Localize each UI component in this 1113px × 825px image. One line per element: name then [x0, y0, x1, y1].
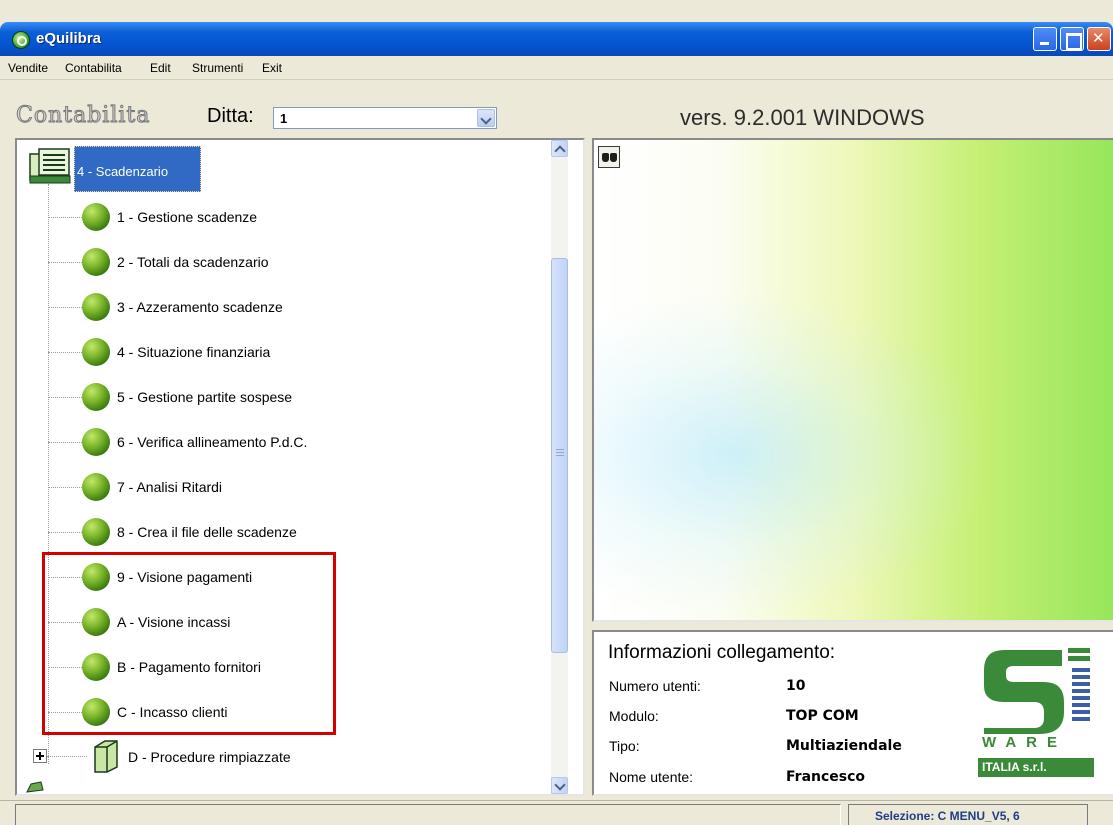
info-value: 10	[786, 678, 806, 694]
tree-item-folder[interactable]: D - Procedure rimpiazzate	[25, 739, 525, 775]
menu-edit[interactable]: Edit	[150, 61, 171, 75]
tree-item[interactable]: 5 - Gestione partite sospese	[48, 382, 528, 412]
tree-item[interactable]: 8 - Crea il file delle scadenze	[48, 517, 528, 547]
menu-folder-icon	[29, 148, 71, 184]
tree-connector	[48, 262, 82, 263]
info-title: Informazioni collegamento:	[608, 642, 836, 663]
chevron-down-icon[interactable]	[477, 109, 495, 127]
logo-subtitle: ITALIA s.r.l.	[978, 758, 1094, 777]
tree-connector	[48, 442, 82, 443]
green-ball-icon	[82, 248, 110, 276]
splash-background	[594, 290, 994, 620]
menu-exit[interactable]: Exit	[262, 61, 282, 75]
status-message-area	[15, 804, 841, 825]
tree-item[interactable]: 7 - Analisi Ritardi	[48, 472, 528, 502]
info-value: Multiaziendale	[786, 738, 902, 754]
tree-connector	[48, 397, 82, 398]
green-ball-icon	[82, 518, 110, 546]
menu-tree-panel: 4 - Scadenzario 1 - Gestione scadenze 2 …	[15, 138, 585, 796]
tree-item[interactable]: 4 - Situazione finanziaria	[48, 337, 528, 367]
window-title: eQuilibra	[36, 30, 102, 47]
info-label: Tipo:	[609, 738, 640, 754]
book-folder-icon	[94, 740, 118, 773]
folder-icon	[26, 781, 44, 793]
info-value: Francesco	[786, 769, 866, 785]
tree-item-label: D - Procedure rimpiazzate	[128, 749, 291, 765]
ditta-select[interactable]: 1	[273, 107, 497, 129]
module-title: Contabilita	[15, 103, 151, 129]
app-logo-icon	[12, 31, 30, 49]
green-ball-icon	[82, 428, 110, 456]
tree-item-label: 1 - Gestione scadenze	[117, 209, 258, 225]
status-bar: Selezione: C MENU_V5, 6	[0, 800, 1113, 825]
tree-scrollbar[interactable]	[551, 140, 568, 794]
tree-connector	[48, 307, 82, 308]
tree-connector	[48, 532, 82, 533]
green-ball-icon	[82, 338, 110, 366]
tree-connector	[48, 352, 82, 353]
info-label: Nome utente:	[609, 769, 694, 785]
tree-item[interactable]: 3 - Azzeramento scadenze	[48, 292, 528, 322]
tree-item-label: 3 - Azzeramento scadenze	[117, 299, 283, 315]
green-ball-icon	[82, 473, 110, 501]
scrollbar-thumb[interactable]	[551, 258, 568, 653]
tree-item-label: 2 - Totali da scadenzario	[117, 254, 269, 270]
green-ball-icon	[82, 203, 110, 231]
tree-item-label: 7 - Analisi Ritardi	[117, 479, 223, 495]
info-label: Modulo:	[609, 708, 659, 724]
tree-item[interactable]: 1 - Gestione scadenze	[48, 202, 528, 232]
logo-word: WARE	[982, 734, 1067, 751]
tree-root-label[interactable]: 4 - Scadenzario	[74, 146, 201, 192]
connection-info-panel: Informazioni collegamento: Numero utenti…	[592, 630, 1113, 796]
menu-vendite[interactable]: Vendite	[8, 61, 48, 75]
title-bar[interactable]: eQuilibra	[0, 22, 1113, 56]
ditta-value: 1	[280, 111, 288, 126]
tree-connector	[48, 487, 82, 488]
close-button[interactable]	[1087, 27, 1111, 51]
menu-strumenti[interactable]: Strumenti	[192, 61, 243, 75]
splash-image-panel	[592, 138, 1113, 622]
header: Contabilita Ditta: 1 vers. 9.2.001 WINDO…	[0, 80, 1113, 136]
info-value: TOP COM	[786, 708, 859, 724]
version-label: vers. 9.2.001 WINDOWS	[680, 105, 925, 130]
tree-item-label: 8 - Crea il file delle scadenze	[117, 524, 297, 540]
tree-item-label: 4 - Situazione finanziaria	[117, 344, 271, 360]
menu-contabilita[interactable]: Contabilita	[65, 61, 122, 75]
tree-item[interactable]: 2 - Totali da scadenzario	[48, 247, 528, 277]
tree-connector	[47, 756, 87, 757]
ditta-label: Ditta:	[207, 105, 254, 127]
scrollbar-grip-icon	[556, 449, 564, 458]
expand-plus-icon[interactable]	[33, 749, 47, 763]
scroll-up-icon[interactable]	[551, 140, 568, 157]
menu-bar: Vendite Contabilita Edit Strumenti Exit	[0, 56, 1113, 80]
minimize-button[interactable]	[1033, 27, 1057, 51]
status-selection: Selezione: C MENU_V5, 6	[848, 804, 1088, 825]
menu-tree: 4 - Scadenzario 1 - Gestione scadenze 2 …	[17, 140, 551, 794]
scroll-down-icon[interactable]	[551, 777, 568, 794]
tree-item-label: 5 - Gestione partite sospese	[117, 389, 293, 405]
tree-item-label: 6 - Verifica allineamento P.d.C.	[117, 434, 308, 450]
binoculars-icon[interactable]	[598, 146, 620, 168]
info-label: Numero utenti:	[609, 678, 701, 694]
maximize-button[interactable]	[1060, 27, 1084, 51]
tree-item[interactable]: 6 - Verifica allineamento P.d.C.	[48, 427, 528, 457]
tree-connector	[48, 217, 82, 218]
highlight-annotation-box	[42, 552, 336, 735]
app-window: eQuilibra Vendite Contabilita Edit Strum…	[0, 0, 1113, 825]
green-ball-icon	[82, 293, 110, 321]
green-ball-icon	[82, 383, 110, 411]
